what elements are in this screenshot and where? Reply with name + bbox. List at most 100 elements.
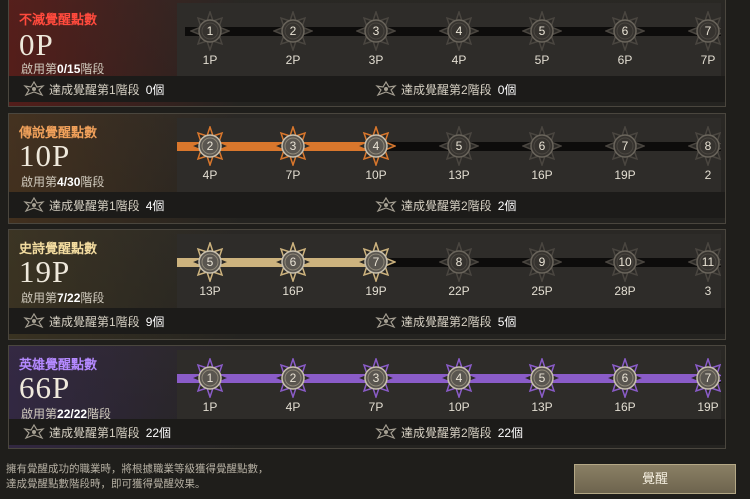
progress-prefix: 啟用第 — [21, 291, 58, 305]
stage-cost: 19P — [697, 400, 719, 414]
stage-node[interactable]: 9 — [522, 242, 562, 282]
stage-number: 7 — [704, 24, 712, 38]
stage-number: 7 — [704, 371, 712, 385]
progress-prefix: 啟用第 — [21, 62, 58, 76]
progress-suffix: 階段 — [80, 175, 105, 189]
panel-epic: 史詩覺醒點數 19P 啟用第7/22階段 5 13P 6 16P 7 19P 8… — [8, 229, 726, 340]
stage-number: 5 — [206, 255, 214, 269]
stage-cost: 3 — [704, 284, 712, 298]
progress-value: 0/15 — [57, 62, 81, 76]
stage-cost: 2 — [704, 168, 712, 182]
awakening-points: 10P — [19, 138, 71, 173]
stage-node[interactable]: 5 — [439, 126, 479, 166]
stage-track: 2 4P 3 7P 4 10P 5 13P 6 16P 7 19P 8 2 — [177, 118, 721, 192]
stage-number: 6 — [621, 371, 629, 385]
stage-node[interactable]: 8 — [439, 242, 479, 282]
stage-number: 1 — [206, 24, 214, 38]
stage-cost: 22P — [448, 284, 470, 298]
stage-number: 6 — [289, 255, 297, 269]
stage-cost: 1P — [202, 400, 218, 414]
stage-node[interactable]: 7 — [688, 11, 721, 51]
stage-cost: 6P — [617, 53, 633, 67]
achievement-count: 22個 — [497, 425, 524, 440]
stage-node[interactable]: 4 — [439, 358, 479, 398]
achievement-count: 5個 — [497, 314, 517, 329]
stage-number: 4 — [455, 371, 463, 385]
stage-cost: 16P — [531, 168, 553, 182]
progress-suffix: 階段 — [80, 291, 105, 305]
stage-node[interactable]: 3 — [356, 11, 396, 51]
stage-node[interactable]: 8 — [688, 126, 721, 166]
achievement-label: 達成覺醒第1階段 — [49, 425, 140, 440]
awakening-crest-icon — [375, 81, 397, 97]
stage-number: 7 — [621, 139, 629, 153]
stage-cost: 5P — [534, 53, 550, 67]
achievement-stage-2: 達成覺醒第2階段 5個 — [375, 312, 516, 330]
awakening-points: 66P — [19, 370, 71, 405]
stage-node[interactable]: 2 — [273, 358, 313, 398]
stage-node[interactable]: 1 — [190, 11, 230, 51]
progress-value: 4/30 — [57, 175, 81, 189]
stage-cost: 25P — [531, 284, 553, 298]
panel-legend: 傳說覺醒點數 10P 啟用第4/30階段 2 4P 3 7P 4 10P 5 1… — [8, 113, 726, 224]
stage-node[interactable]: 4 — [356, 126, 396, 166]
achievement-label: 達成覺醒第2階段 — [401, 198, 492, 213]
achievement-label: 達成覺醒第1階段 — [49, 82, 140, 97]
awakening-crest-icon — [23, 197, 45, 213]
achievement-stage-1: 達成覺醒第1階段 9個 — [23, 312, 164, 330]
stage-cost: 4P — [451, 53, 467, 67]
stage-node[interactable]: 5 — [190, 242, 230, 282]
awaken-button[interactable]: 覺醒 — [574, 464, 736, 494]
stage-node[interactable]: 5 — [522, 11, 562, 51]
achievement-count: 22個 — [145, 425, 172, 440]
awakening-crest-icon — [375, 424, 397, 440]
stage-cost: 13P — [448, 168, 470, 182]
stage-node[interactable]: 7 — [356, 242, 396, 282]
stage-node[interactable]: 6 — [522, 126, 562, 166]
achievement-stage-1: 達成覺醒第1階段 4個 — [23, 196, 164, 214]
stage-number: 3 — [289, 139, 297, 153]
stage-node[interactable]: 1 — [190, 358, 230, 398]
stage-cost: 13P — [531, 400, 553, 414]
progress-prefix: 啟用第 — [21, 175, 58, 189]
stage-number: 3 — [372, 24, 380, 38]
footer-note-line-2: 達成覺醒點數階段時，即可獲得覺醒效果。 — [6, 478, 206, 490]
achievement-label: 達成覺醒第2階段 — [401, 82, 492, 97]
stage-node[interactable]: 7 — [688, 358, 721, 398]
progress-suffix: 階段 — [80, 62, 105, 76]
stage-node[interactable]: 6 — [273, 242, 313, 282]
stage-number: 2 — [289, 371, 297, 385]
awakening-crest-icon — [375, 313, 397, 329]
stage-cost: 19P — [614, 168, 636, 182]
stage-node[interactable]: 6 — [605, 358, 645, 398]
stage-node[interactable]: 7 — [605, 126, 645, 166]
stage-node[interactable]: 6 — [605, 11, 645, 51]
stage-node[interactable]: 3 — [356, 358, 396, 398]
stage-cost: 19P — [365, 284, 387, 298]
stage-node[interactable]: 11 — [688, 242, 721, 282]
achievement-count: 2個 — [497, 198, 517, 213]
stage-number: 5 — [538, 371, 546, 385]
stage-progress: 啟用第4/30階段 — [21, 173, 104, 190]
achievement-row: 達成覺醒第1階段 22個 達成覺醒第2階段 22個 — [9, 419, 725, 445]
stage-node[interactable]: 3 — [273, 126, 313, 166]
awakening-points: 0P — [19, 27, 54, 62]
stage-node[interactable]: 4 — [439, 11, 479, 51]
stage-node[interactable]: 10 — [605, 242, 645, 282]
stage-cost: 10P — [448, 400, 470, 414]
stage-node[interactable]: 5 — [522, 358, 562, 398]
achievement-stage-2: 達成覺醒第2階段 2個 — [375, 196, 516, 214]
stage-node[interactable]: 2 — [190, 126, 230, 166]
awakening-points: 19P — [19, 254, 71, 289]
stage-cost: 7P — [368, 400, 384, 414]
achievement-label: 達成覺醒第2階段 — [401, 425, 492, 440]
achievement-label: 達成覺醒第2階段 — [401, 314, 492, 329]
stage-number: 1 — [206, 371, 214, 385]
stage-node[interactable]: 2 — [273, 11, 313, 51]
panel-immortal: 不滅覺醒點數 0P 啟用第0/15階段 1 1P 2 2P 3 3P 4 4P … — [8, 0, 726, 107]
achievement-count: 4個 — [145, 198, 165, 213]
stage-cost: 4P — [202, 168, 218, 182]
awakening-crest-icon — [23, 81, 45, 97]
achievement-label: 達成覺醒第1階段 — [49, 198, 140, 213]
stage-cost: 28P — [614, 284, 636, 298]
